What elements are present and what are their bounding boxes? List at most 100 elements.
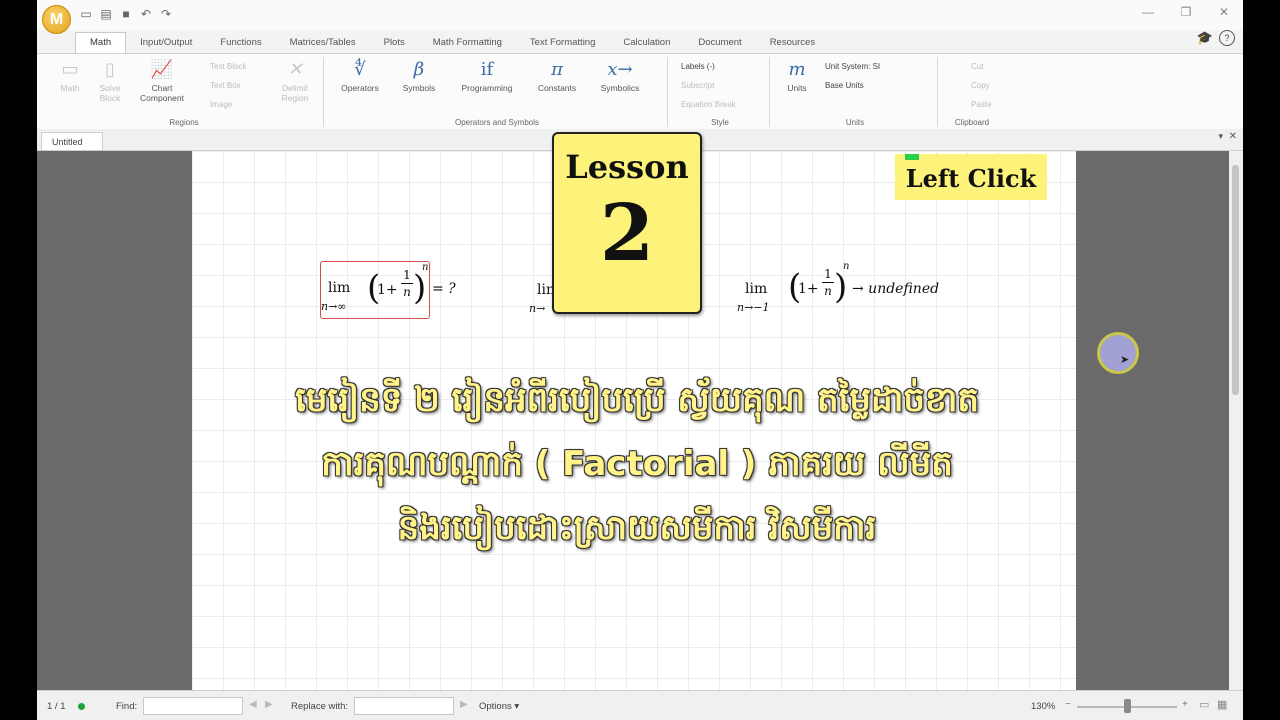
- minimize-icon[interactable]: —: [1129, 0, 1167, 24]
- labels-dropdown[interactable]: Labels (-): [681, 62, 715, 71]
- pi-icon: π: [551, 59, 563, 80]
- caption-line-2: ការគុណបណ្តាក់ ( Factorial ) ភាគរយ លីមីត: [321, 444, 953, 484]
- delimit-icon: ✕: [287, 59, 303, 80]
- tab-math[interactable]: Math: [75, 32, 127, 53]
- redo-icon[interactable]: ↷: [159, 8, 173, 21]
- math-region-icon: ▭: [61, 59, 79, 80]
- m-unit-icon: m: [788, 59, 806, 80]
- find-previous-icon[interactable]: ◀: [249, 699, 257, 710]
- if-icon: if: [480, 59, 494, 80]
- scrollbar-thumb[interactable]: [1232, 165, 1239, 395]
- caption-line-1: មេរៀនទី ២ រៀនអំពីរបៀបប្រើ ស្វ័យគុណ តម្លៃ…: [295, 380, 979, 420]
- find-label: Find:: [116, 701, 138, 712]
- tab-math-formatting[interactable]: Math Formatting: [419, 33, 516, 53]
- app-window: M ▭ ▤ ■ ↶ ↷ — ❐ ✕ Math Input/Output Func…: [37, 0, 1243, 720]
- math-region-limit-infinity[interactable]: lim n→∞ ( 1+ 1n ) n: [320, 261, 430, 319]
- copy-button[interactable]: Copy: [971, 81, 990, 90]
- lim-operator: lim: [328, 280, 351, 296]
- tab-matrices-tables[interactable]: Matrices/Tables: [276, 33, 370, 53]
- solve-block-button[interactable]: ▯ Solve Block: [95, 59, 125, 103]
- delimit-region-button[interactable]: ✕ Delimit Region: [275, 59, 315, 103]
- programming-button[interactable]: if Programming: [457, 59, 517, 93]
- grid-view-icon[interactable]: ▦: [1217, 698, 1227, 711]
- tab-document[interactable]: Document: [684, 33, 755, 53]
- paste-button[interactable]: Paste: [971, 100, 991, 109]
- symbolics-button[interactable]: x→ Symbolics: [595, 59, 645, 93]
- math-region-limit-minus-one[interactable]: lim n→−1 ( 1+ 1n ) n → undefined: [736, 261, 976, 317]
- units-group: m Units Unit System: SI Base Units Units: [773, 57, 938, 127]
- operators-symbols-group: ∜ Operators β Symbols if Programming π Const…: [327, 57, 668, 127]
- exponent-3: n: [843, 261, 850, 272]
- click-led-icon: [905, 154, 919, 160]
- operators-button[interactable]: ∜ Operators: [335, 59, 385, 93]
- clipboard-group: Cut Copy Paste Clipboard: [941, 57, 1003, 127]
- replace-input[interactable]: [354, 697, 454, 715]
- zoom-level: 130%: [1031, 701, 1056, 712]
- clipboard-group-label: Clipboard: [954, 118, 990, 127]
- restore-icon[interactable]: ❐: [1167, 0, 1205, 24]
- tab-calculation[interactable]: Calculation: [609, 33, 684, 53]
- symbols-button[interactable]: β Symbols: [397, 59, 441, 93]
- math-region-button[interactable]: ▭ Math: [55, 59, 85, 93]
- fraction: 1n: [401, 268, 413, 299]
- chart-component-button[interactable]: 📈 Chart Component: [135, 59, 189, 103]
- page-view-icon[interactable]: ▭: [1199, 698, 1209, 711]
- constants-button[interactable]: π Constants: [532, 59, 582, 93]
- zoom-out-icon[interactable]: −: [1065, 699, 1071, 710]
- new-icon[interactable]: ▭: [79, 8, 93, 21]
- lesson-number: 2: [599, 188, 655, 279]
- tab-list-chevron-icon[interactable]: ▾: [1218, 131, 1223, 142]
- beta-icon: β: [413, 59, 425, 80]
- zoom-slider-knob[interactable]: [1124, 699, 1131, 713]
- zoom-in-icon[interactable]: +: [1182, 699, 1188, 710]
- units-button[interactable]: m Units: [779, 59, 815, 93]
- ribbon: ▭ Math ▯ Solve Block 📈 Chart Component Text…: [37, 53, 1243, 131]
- lim-operator-3: lim: [745, 281, 768, 297]
- options-dropdown[interactable]: Options ▾: [479, 701, 519, 712]
- tab-plots[interactable]: Plots: [370, 33, 419, 53]
- style-group: Labels (-) Subscript Equation Break Styl…: [671, 57, 770, 127]
- replace-icon[interactable]: ▶: [460, 699, 468, 710]
- exponent: n: [422, 262, 429, 273]
- find-next-icon[interactable]: ▶: [265, 699, 273, 710]
- chart-icon: 📈: [150, 59, 174, 80]
- units-group-label: Units: [845, 118, 865, 127]
- image-button[interactable]: Image: [210, 100, 232, 109]
- close-icon[interactable]: ✕: [1205, 0, 1243, 24]
- cut-button[interactable]: Cut: [971, 62, 983, 71]
- tab-functions[interactable]: Functions: [206, 33, 275, 53]
- cursor-highlight-ring: [1097, 332, 1139, 374]
- text-block-button[interactable]: Text Block: [210, 62, 246, 71]
- mouse-pointer-icon: ➤: [1120, 354, 1130, 366]
- x-arrow-icon: x→: [607, 59, 633, 80]
- one-plus: 1+: [377, 282, 398, 298]
- open-folder-icon[interactable]: ▤: [99, 8, 113, 21]
- text-box-button[interactable]: Text Box: [210, 81, 241, 90]
- equation-break-button[interactable]: Equation Break: [681, 100, 736, 109]
- tab-text-formatting[interactable]: Text Formatting: [516, 33, 609, 53]
- tab-resources[interactable]: Resources: [756, 33, 829, 53]
- page-indicator: 1 / 1: [47, 701, 66, 712]
- window-controls: — ❐ ✕: [1129, 0, 1243, 24]
- document-tab-untitled[interactable]: Untitled: [41, 132, 103, 150]
- save-icon[interactable]: ■: [119, 8, 133, 21]
- subscript-button[interactable]: Subscript: [681, 81, 714, 90]
- regions-group: ▭ Math ▯ Solve Block 📈 Chart Component Text…: [45, 57, 324, 127]
- undo-icon[interactable]: ↶: [139, 8, 153, 21]
- graduation-cap-icon[interactable]: 🎓: [1197, 30, 1213, 46]
- calc-status-icon: [78, 703, 85, 710]
- help-icon[interactable]: ?: [1219, 30, 1235, 46]
- right-paren-3: ): [834, 267, 848, 307]
- quick-access-toolbar: ▭ ▤ ■ ↶ ↷: [79, 8, 173, 21]
- base-units-button[interactable]: Base Units: [825, 81, 864, 90]
- unit-system-dropdown[interactable]: Unit System: SI: [825, 62, 880, 71]
- replace-label: Replace with:: [291, 701, 349, 712]
- vertical-scrollbar[interactable]: [1229, 151, 1243, 690]
- close-document-icon[interactable]: ✕: [1229, 131, 1237, 142]
- status-bar: 1 / 1 Find: ◀ ▶ Replace with: ▶ Options …: [37, 690, 1243, 720]
- tab-input-output[interactable]: Input/Output: [126, 33, 206, 53]
- left-click-indicator: Left Click: [895, 154, 1047, 200]
- help-area: 🎓 ?: [1197, 30, 1235, 46]
- find-input[interactable]: [143, 697, 243, 715]
- lesson-badge: Lesson 2: [552, 132, 702, 314]
